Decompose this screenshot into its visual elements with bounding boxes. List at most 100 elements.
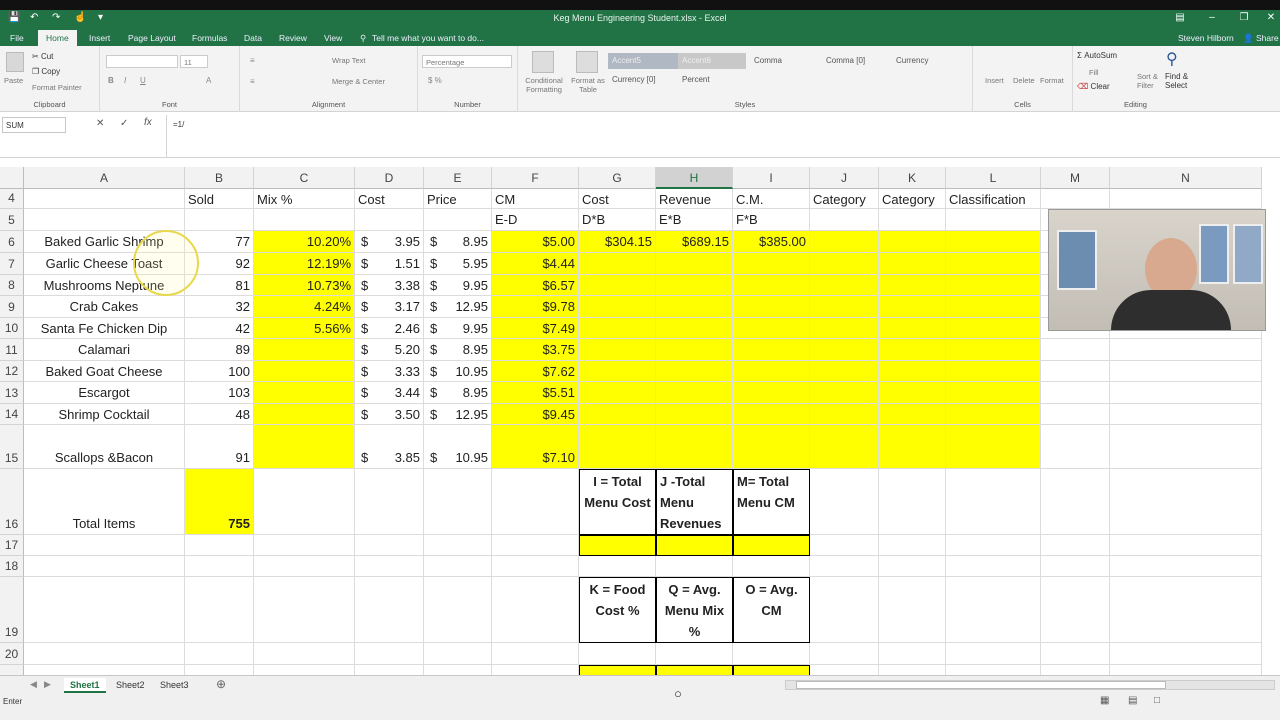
col-header-k[interactable]: K xyxy=(879,167,946,189)
calc-cell-g[interactable] xyxy=(579,382,656,404)
item-mix[interactable] xyxy=(254,404,355,425)
item-mix[interactable] xyxy=(254,361,355,382)
calc-cell-l[interactable] xyxy=(946,253,1041,275)
item-sold[interactable]: 103 xyxy=(185,382,254,404)
grid-cell-d17[interactable] xyxy=(355,535,424,556)
page-layout-view-icon[interactable]: ▤ xyxy=(1128,695,1137,706)
cancel-icon[interactable]: ✕ xyxy=(96,118,104,129)
col-header-b[interactable]: B xyxy=(185,167,254,189)
grid-cell-c17[interactable] xyxy=(254,535,355,556)
formula-input[interactable]: =1/ xyxy=(166,115,1280,157)
calc-cell-h[interactable] xyxy=(656,361,733,382)
summary-header-i[interactable]: M= Total Menu CM xyxy=(733,469,810,535)
cell-a19[interactable] xyxy=(24,577,185,643)
grid-cell-b18[interactable] xyxy=(185,556,254,577)
grid-cell-c18[interactable] xyxy=(254,556,355,577)
grid-cell-a18[interactable] xyxy=(24,556,185,577)
calc-cell-g[interactable] xyxy=(579,404,656,425)
grid-cell-e5[interactable] xyxy=(424,209,492,231)
calc-cell-l[interactable] xyxy=(946,318,1041,339)
item-mix[interactable] xyxy=(254,382,355,404)
item-mix[interactable] xyxy=(254,339,355,361)
grid-cell-n14[interactable] xyxy=(1110,404,1262,425)
calc-cell-i[interactable] xyxy=(733,425,810,469)
cell-g4[interactable]: Cost xyxy=(579,189,656,209)
calc-cell-i[interactable]: $385.00 xyxy=(733,231,810,253)
calc-cell-h[interactable] xyxy=(656,318,733,339)
user-name[interactable]: Steven Hilborn xyxy=(1178,33,1234,43)
item-name[interactable]: Santa Fe Chicken Dip xyxy=(24,318,185,339)
grid-cell-b17[interactable] xyxy=(185,535,254,556)
grid-cell-j18[interactable] xyxy=(810,556,879,577)
grid-cell-m20[interactable] xyxy=(1041,643,1110,665)
font-size-select[interactable]: 11 xyxy=(180,55,208,68)
calc-cell-j[interactable] xyxy=(810,339,879,361)
col-header-c[interactable]: C xyxy=(254,167,355,189)
calc-cell-j[interactable] xyxy=(810,275,879,296)
grid-cell-a5[interactable] xyxy=(24,209,185,231)
calc-cell-j[interactable] xyxy=(810,231,879,253)
calc-cell-l[interactable] xyxy=(946,296,1041,318)
calc-cell-h[interactable] xyxy=(656,296,733,318)
item-cm[interactable]: $6.57 xyxy=(492,275,579,296)
summary-value-h[interactable] xyxy=(656,665,733,675)
insert-cells-button[interactable]: Insert xyxy=(985,76,1004,85)
calc-cell-l[interactable] xyxy=(946,425,1041,469)
row-header-11[interactable]: 11 xyxy=(0,339,24,361)
italic-button[interactable]: I xyxy=(124,76,126,85)
tab-view[interactable]: View xyxy=(324,33,342,43)
grid-cell-k18[interactable] xyxy=(879,556,946,577)
grid-cell-f17[interactable] xyxy=(492,535,579,556)
calc-cell-i[interactable] xyxy=(733,296,810,318)
normal-view-icon[interactable]: ▦ xyxy=(1100,695,1109,706)
insert-function-icon[interactable]: fx xyxy=(144,117,152,128)
sort-filter-button[interactable]: Sort & Filter xyxy=(1137,72,1163,90)
underline-button[interactable]: U xyxy=(140,76,146,85)
grid-cell-a21[interactable] xyxy=(24,665,185,675)
item-cm[interactable]: $7.62 xyxy=(492,361,579,382)
calc-cell-k[interactable] xyxy=(879,425,946,469)
row-header-4[interactable]: 4 xyxy=(0,189,24,209)
grid-cell-d21[interactable] xyxy=(355,665,424,675)
col-header-e[interactable]: E xyxy=(424,167,492,189)
row-header-21[interactable] xyxy=(0,665,24,675)
cell-f19[interactable] xyxy=(492,577,579,643)
item-name[interactable]: Shrimp Cocktail xyxy=(24,404,185,425)
item-sold[interactable]: 89 xyxy=(185,339,254,361)
grid-cell-j20[interactable] xyxy=(810,643,879,665)
item-sold[interactable]: 48 xyxy=(185,404,254,425)
horizontal-scrollbar[interactable] xyxy=(785,680,1275,690)
wrap-text-button[interactable]: Wrap Text xyxy=(332,56,366,65)
summary-header-i[interactable]: O = Avg. CM xyxy=(733,577,810,643)
item-sold[interactable]: 32 xyxy=(185,296,254,318)
cell-n16[interactable] xyxy=(1110,469,1262,535)
cell-l19[interactable] xyxy=(946,577,1041,643)
grid-cell-k5[interactable] xyxy=(879,209,946,231)
cell-f16[interactable] xyxy=(492,469,579,535)
grid-cell-m13[interactable] xyxy=(1041,382,1110,404)
row-header-9[interactable]: 9 xyxy=(0,296,24,318)
cell-e19[interactable] xyxy=(424,577,492,643)
item-mix[interactable]: 10.20% xyxy=(254,231,355,253)
summary-value-g[interactable] xyxy=(579,535,656,556)
sheet-tab-2[interactable]: Sheet2 xyxy=(110,678,151,693)
style-accent5[interactable]: Accent5 xyxy=(608,53,678,69)
row-header-15[interactable]: 15 xyxy=(0,425,24,469)
new-sheet-button[interactable]: ⊕ xyxy=(216,677,226,691)
calc-cell-i[interactable] xyxy=(733,382,810,404)
find-select-button[interactable]: Find & Select xyxy=(1165,72,1197,90)
calc-cell-h[interactable]: $689.15 xyxy=(656,231,733,253)
summary-value-g[interactable] xyxy=(579,665,656,675)
item-name[interactable]: Baked Goat Cheese xyxy=(24,361,185,382)
grid-cell-n11[interactable] xyxy=(1110,339,1262,361)
cell-f4[interactable]: CM xyxy=(492,189,579,209)
scrollbar-thumb[interactable] xyxy=(796,681,1166,689)
calc-cell-j[interactable] xyxy=(810,425,879,469)
summary-value-i[interactable] xyxy=(733,665,810,675)
grid-cell-n18[interactable] xyxy=(1110,556,1262,577)
cell-l4[interactable]: Classification xyxy=(946,189,1041,209)
cell-c4[interactable]: Mix % xyxy=(254,189,355,209)
grid-cell-m21[interactable] xyxy=(1041,665,1110,675)
grid-cell-g18[interactable] xyxy=(579,556,656,577)
style-accent6[interactable]: Accent6 xyxy=(678,53,746,69)
